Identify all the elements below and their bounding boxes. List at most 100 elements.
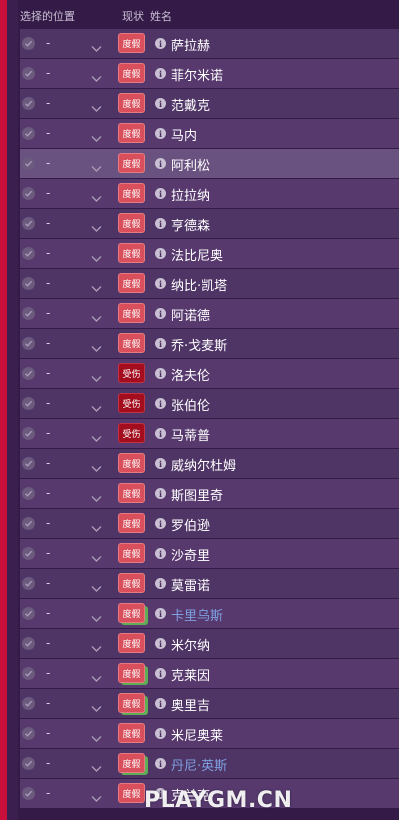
info-icon[interactable]: i xyxy=(155,758,166,769)
player-name[interactable]: 米尼奥莱 xyxy=(171,725,223,744)
position-select-value[interactable]: - xyxy=(46,36,50,50)
select-check-icon[interactable] xyxy=(22,637,35,650)
info-icon[interactable]: i xyxy=(155,248,166,259)
position-select-value[interactable]: - xyxy=(46,216,50,230)
info-icon[interactable]: i xyxy=(155,278,166,289)
info-icon[interactable]: i xyxy=(155,368,166,379)
table-row[interactable]: - 度假 i 威纳尔杜姆 xyxy=(20,449,399,478)
chevron-down-icon[interactable] xyxy=(91,338,102,357)
position-select-value[interactable]: - xyxy=(46,606,50,620)
info-icon[interactable]: i xyxy=(155,428,166,439)
info-icon[interactable]: i xyxy=(155,158,166,169)
player-name[interactable]: 萨拉赫 xyxy=(171,35,210,54)
table-row[interactable]: - 度假 i 亨德森 xyxy=(20,209,399,238)
info-icon[interactable]: i xyxy=(155,338,166,349)
position-select-value[interactable]: - xyxy=(46,96,50,110)
chevron-down-icon[interactable] xyxy=(91,608,102,627)
select-check-icon[interactable] xyxy=(22,517,35,530)
select-check-icon[interactable] xyxy=(22,487,35,500)
position-select-value[interactable]: - xyxy=(46,636,50,650)
select-check-icon[interactable] xyxy=(22,547,35,560)
table-row[interactable]: - 度假 i 萨拉赫 xyxy=(20,29,399,58)
select-check-icon[interactable] xyxy=(22,277,35,290)
chevron-down-icon[interactable] xyxy=(91,248,102,267)
position-select-value[interactable]: - xyxy=(46,426,50,440)
position-select-value[interactable]: - xyxy=(46,156,50,170)
table-row[interactable]: - 度假 i 马内 xyxy=(20,119,399,148)
player-name[interactable]: 洛夫伦 xyxy=(171,365,210,384)
player-name[interactable]: 阿诺德 xyxy=(171,305,210,324)
position-select-value[interactable]: - xyxy=(46,366,50,380)
table-row[interactable]: - 度假 i 沙奇里 xyxy=(20,539,399,568)
info-icon[interactable]: i xyxy=(155,38,166,49)
info-icon[interactable]: i xyxy=(155,398,166,409)
chevron-down-icon[interactable] xyxy=(91,638,102,657)
player-name[interactable]: 阿利松 xyxy=(171,155,210,174)
table-row[interactable]: - 受伤 i 张伯伦 xyxy=(20,389,399,418)
position-select-value[interactable]: - xyxy=(46,486,50,500)
player-name[interactable]: 奥里吉 xyxy=(171,695,210,714)
select-check-icon[interactable] xyxy=(22,67,35,80)
info-icon[interactable]: i xyxy=(155,698,166,709)
chevron-down-icon[interactable] xyxy=(91,368,102,387)
position-select-value[interactable]: - xyxy=(46,66,50,80)
player-name[interactable]: 马蒂普 xyxy=(171,425,210,444)
player-name[interactable]: 亨德森 xyxy=(171,215,210,234)
position-select-value[interactable]: - xyxy=(46,726,50,740)
select-check-icon[interactable] xyxy=(22,577,35,590)
info-icon[interactable]: i xyxy=(155,488,166,499)
player-name[interactable]: 乔·戈麦斯 xyxy=(171,335,227,354)
select-check-icon[interactable] xyxy=(22,307,35,320)
info-icon[interactable]: i xyxy=(155,578,166,589)
position-select-value[interactable]: - xyxy=(46,516,50,530)
info-icon[interactable]: i xyxy=(155,128,166,139)
table-row[interactable]: - 度假 i 丹尼·英斯 xyxy=(20,749,399,778)
select-check-icon[interactable] xyxy=(22,337,35,350)
player-name[interactable]: 马内 xyxy=(171,125,197,144)
table-row[interactable]: - 度假 i 米尔纳 xyxy=(20,629,399,658)
select-check-icon[interactable] xyxy=(22,217,35,230)
position-select-value[interactable]: - xyxy=(46,306,50,320)
player-name[interactable]: 菲尔米诺 xyxy=(171,65,223,84)
position-select-value[interactable]: - xyxy=(46,396,50,410)
position-select-value[interactable]: - xyxy=(46,126,50,140)
select-check-icon[interactable] xyxy=(22,127,35,140)
chevron-down-icon[interactable] xyxy=(91,728,102,747)
info-icon[interactable]: i xyxy=(155,68,166,79)
chevron-down-icon[interactable] xyxy=(91,548,102,567)
info-icon[interactable]: i xyxy=(155,728,166,739)
select-check-icon[interactable] xyxy=(22,247,35,260)
player-name[interactable]: 威纳尔杜姆 xyxy=(171,455,236,474)
chevron-down-icon[interactable] xyxy=(91,68,102,87)
info-icon[interactable]: i xyxy=(155,608,166,619)
position-select-value[interactable]: - xyxy=(46,246,50,260)
chevron-down-icon[interactable] xyxy=(91,698,102,717)
select-check-icon[interactable] xyxy=(22,457,35,470)
player-name[interactable]: 罗伯逊 xyxy=(171,515,210,534)
select-check-icon[interactable] xyxy=(22,397,35,410)
select-check-icon[interactable] xyxy=(22,187,35,200)
player-name[interactable]: 斯图里奇 xyxy=(171,485,223,504)
info-icon[interactable]: i xyxy=(155,668,166,679)
player-name[interactable]: 米尔纳 xyxy=(171,635,210,654)
info-icon[interactable]: i xyxy=(155,518,166,529)
player-name[interactable]: 纳比·凯塔 xyxy=(171,275,227,294)
column-header-name[interactable]: 姓名 xyxy=(150,8,172,24)
info-icon[interactable]: i xyxy=(155,308,166,319)
chevron-down-icon[interactable] xyxy=(91,158,102,177)
chevron-down-icon[interactable] xyxy=(91,518,102,537)
chevron-down-icon[interactable] xyxy=(91,188,102,207)
column-header-status[interactable]: 现状 xyxy=(122,8,144,24)
table-row[interactable]: - 度假 i 阿利松 xyxy=(20,149,399,178)
table-row[interactable]: - 度假 i 范戴克 xyxy=(20,89,399,118)
player-name[interactable]: 莫雷诺 xyxy=(171,575,210,594)
position-select-value[interactable]: - xyxy=(46,186,50,200)
chevron-down-icon[interactable] xyxy=(91,488,102,507)
table-row[interactable]: - 度假 i 菲尔米诺 xyxy=(20,59,399,88)
chevron-down-icon[interactable] xyxy=(91,668,102,687)
player-name[interactable]: 卡里乌斯 xyxy=(171,605,223,624)
chevron-down-icon[interactable] xyxy=(91,128,102,147)
chevron-down-icon[interactable] xyxy=(91,428,102,447)
info-icon[interactable]: i xyxy=(155,218,166,229)
chevron-down-icon[interactable] xyxy=(91,578,102,597)
